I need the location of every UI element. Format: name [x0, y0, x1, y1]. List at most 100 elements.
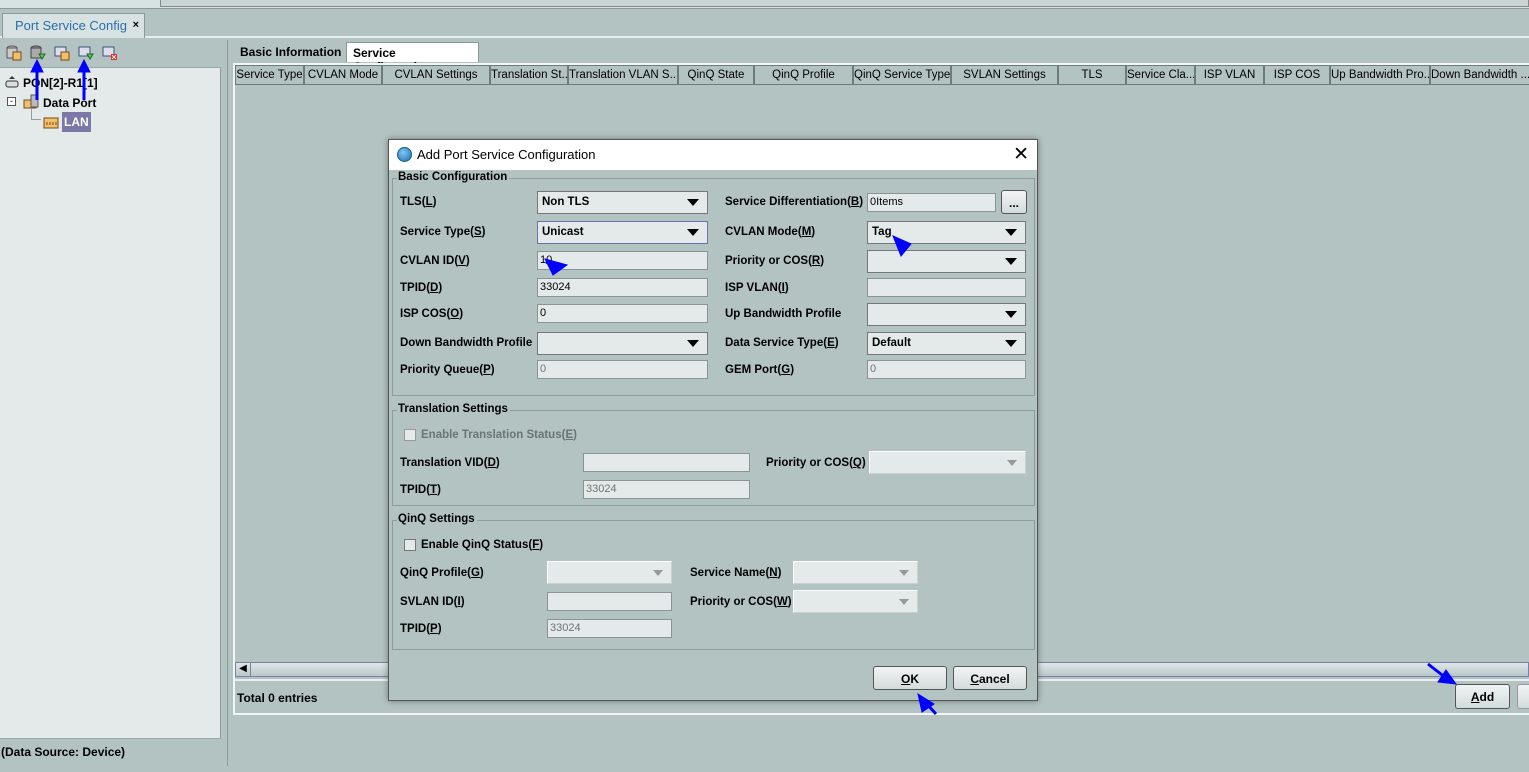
window-book-icon[interactable] [54, 45, 70, 61]
app-logo-icon [397, 147, 412, 162]
gem-port-input: 0 [867, 360, 1026, 379]
qinq-tpid-label: TPID(P) [400, 623, 442, 635]
tree-lan[interactable]: LAN [62, 112, 91, 132]
group-title: QinQ Settings [397, 513, 477, 525]
column-header[interactable]: Service Cla... [1126, 65, 1195, 85]
column-header[interactable]: Up Bandwidth Pro... [1330, 65, 1430, 85]
enable-translation-label: Enable Translation Status(E) [421, 429, 577, 441]
column-header[interactable]: QinQ Profile [754, 65, 853, 85]
tree-data-port[interactable]: Data Port [43, 96, 96, 110]
service-differentiation-button[interactable]: ... [1001, 190, 1027, 214]
column-header[interactable]: CVLAN Mode [304, 65, 382, 85]
database-download-icon[interactable] [30, 45, 46, 61]
down-bandwidth-label: Down Bandwidth Profile [400, 337, 533, 349]
top-strip [0, 0, 1529, 9]
cvlan-mode-select[interactable]: Tag [867, 221, 1026, 244]
priority-queue-input: 0 [537, 360, 708, 379]
column-header[interactable]: Translation VLAN S... [568, 65, 678, 85]
column-header[interactable]: Service Type [235, 65, 304, 85]
column-header[interactable]: CVLAN Settings [382, 65, 490, 85]
qinq-priority-cos-select [793, 590, 918, 613]
translation-priority-cos-label: Priority or COS(Q) [766, 457, 866, 469]
window-delete-icon[interactable] [102, 45, 118, 61]
isp-vlan-label: ISP VLAN(I) [725, 282, 789, 294]
left-panel: PON[2]-R1[1] - Data Port LAN (Data Sourc… [0, 40, 221, 766]
svlan-id-label: SVLAN ID(I) [400, 596, 465, 608]
dialog-title-bar: Add Port Service Configuration ✕ [389, 140, 1037, 170]
group-title: Basic Configuration [397, 171, 510, 183]
tpid-label: TPID(D) [400, 282, 443, 294]
data-service-type-label: Data Service Type(E) [725, 337, 839, 349]
scroll-left-icon[interactable]: ◀ [236, 663, 251, 676]
service-differentiation-label: Service Differentiation(B) [725, 196, 864, 208]
tree-root[interactable]: PON[2]-R1[1] [23, 76, 98, 90]
translation-vid-label: Translation VID(D) [400, 457, 500, 469]
data-service-type-select[interactable]: Default [867, 332, 1026, 355]
enable-qinq-label[interactable]: Enable QinQ Status(F) [421, 539, 543, 551]
svlan-id-input [547, 592, 672, 611]
close-tab-icon[interactable]: × [133, 19, 139, 31]
cvlan-id-input[interactable]: 10 [537, 251, 708, 270]
column-header[interactable]: QinQ Service Type [853, 65, 951, 85]
tab-bar [0, 9, 1529, 38]
cvlan-mode-label: CVLAN Mode(M) [725, 226, 816, 238]
service-type-select[interactable]: Unicast [537, 221, 708, 244]
column-header[interactable]: ISP COS [1264, 65, 1330, 85]
column-header[interactable]: Translation St... [490, 65, 568, 85]
enable-translation-checkbox [404, 429, 416, 441]
add-button[interactable]: Add [1455, 684, 1510, 709]
up-bandwidth-select[interactable] [867, 303, 1026, 326]
left-toolbar [0, 40, 221, 68]
isp-cos-label: ISP COS(O) [400, 308, 464, 320]
service-type-label: Service Type(S) [400, 226, 486, 238]
column-header[interactable]: SVLAN Settings [951, 65, 1058, 85]
panel-splitter[interactable] [221, 40, 228, 766]
tab-basic-information[interactable]: Basic Information [234, 42, 347, 62]
service-name-select [793, 561, 918, 584]
translation-tpid-input: 33024 [583, 480, 750, 499]
column-header[interactable]: ISP VLAN [1195, 65, 1264, 85]
column-header[interactable]: QinQ State [678, 65, 754, 85]
data-source-label: (Data Source: Device) [0, 738, 221, 766]
translation-priority-cos-select [869, 451, 1026, 474]
service-name-label: Service Name(N) [690, 567, 782, 579]
tpid-input[interactable]: 33024 [537, 278, 708, 297]
enable-qinq-checkbox[interactable] [404, 539, 416, 551]
priority-cos-label: Priority or COS(R) [725, 255, 825, 267]
priority-cos-select[interactable] [867, 250, 1026, 273]
column-header[interactable]: TLS [1058, 65, 1126, 85]
translation-tpid-label: TPID(T) [400, 484, 441, 496]
lan-port-icon [43, 117, 59, 129]
tab-service-configuration[interactable]: Service Configuration [346, 42, 479, 74]
window-download-icon[interactable] [78, 45, 94, 61]
database-book-icon[interactable] [6, 45, 22, 61]
qinq-profile-select [547, 561, 672, 584]
next-button-partial[interactable] [1517, 684, 1529, 709]
down-bandwidth-select[interactable] [537, 332, 708, 355]
cancel-button[interactable]: Cancel [953, 666, 1027, 690]
ok-button[interactable]: OK [873, 666, 947, 690]
tls-select[interactable]: Non TLS [537, 191, 708, 214]
close-icon[interactable]: ✕ [1013, 143, 1029, 166]
tls-label: TLS(L) [400, 196, 437, 208]
translation-vid-input [583, 453, 750, 472]
qinq-profile-label: QinQ Profile(G) [400, 567, 484, 579]
up-bandwidth-label: Up Bandwidth Profile [725, 308, 842, 320]
tab-port-service-config[interactable]: Port Service Config × [2, 13, 145, 38]
isp-vlan-input[interactable] [867, 278, 1026, 297]
cvlan-id-label: CVLAN ID(V) [400, 255, 470, 267]
table-header: Service Type CVLAN Mode CVLAN Settings Tran… [235, 65, 1529, 85]
service-differentiation-field: 0Items [867, 193, 996, 212]
tree-line [31, 108, 41, 120]
olt-device-icon [5, 76, 19, 88]
tab-label: Port Service Config [15, 18, 127, 33]
total-entries: Total 0 entries [237, 691, 318, 705]
collapse-icon[interactable]: - [7, 97, 16, 106]
isp-cos-input[interactable]: 0 [537, 304, 708, 323]
qinq-priority-cos-label: Priority or COS(W) [690, 596, 792, 608]
priority-queue-label: Priority Queue(P) [400, 364, 495, 376]
group-title: Translation Settings [397, 403, 510, 415]
add-port-service-dialog: Add Port Service Configuration ✕ Basic C… [388, 139, 1038, 701]
column-header[interactable]: Down Bandwidth ... [1430, 65, 1529, 85]
qinq-tpid-input: 33024 [547, 619, 672, 638]
